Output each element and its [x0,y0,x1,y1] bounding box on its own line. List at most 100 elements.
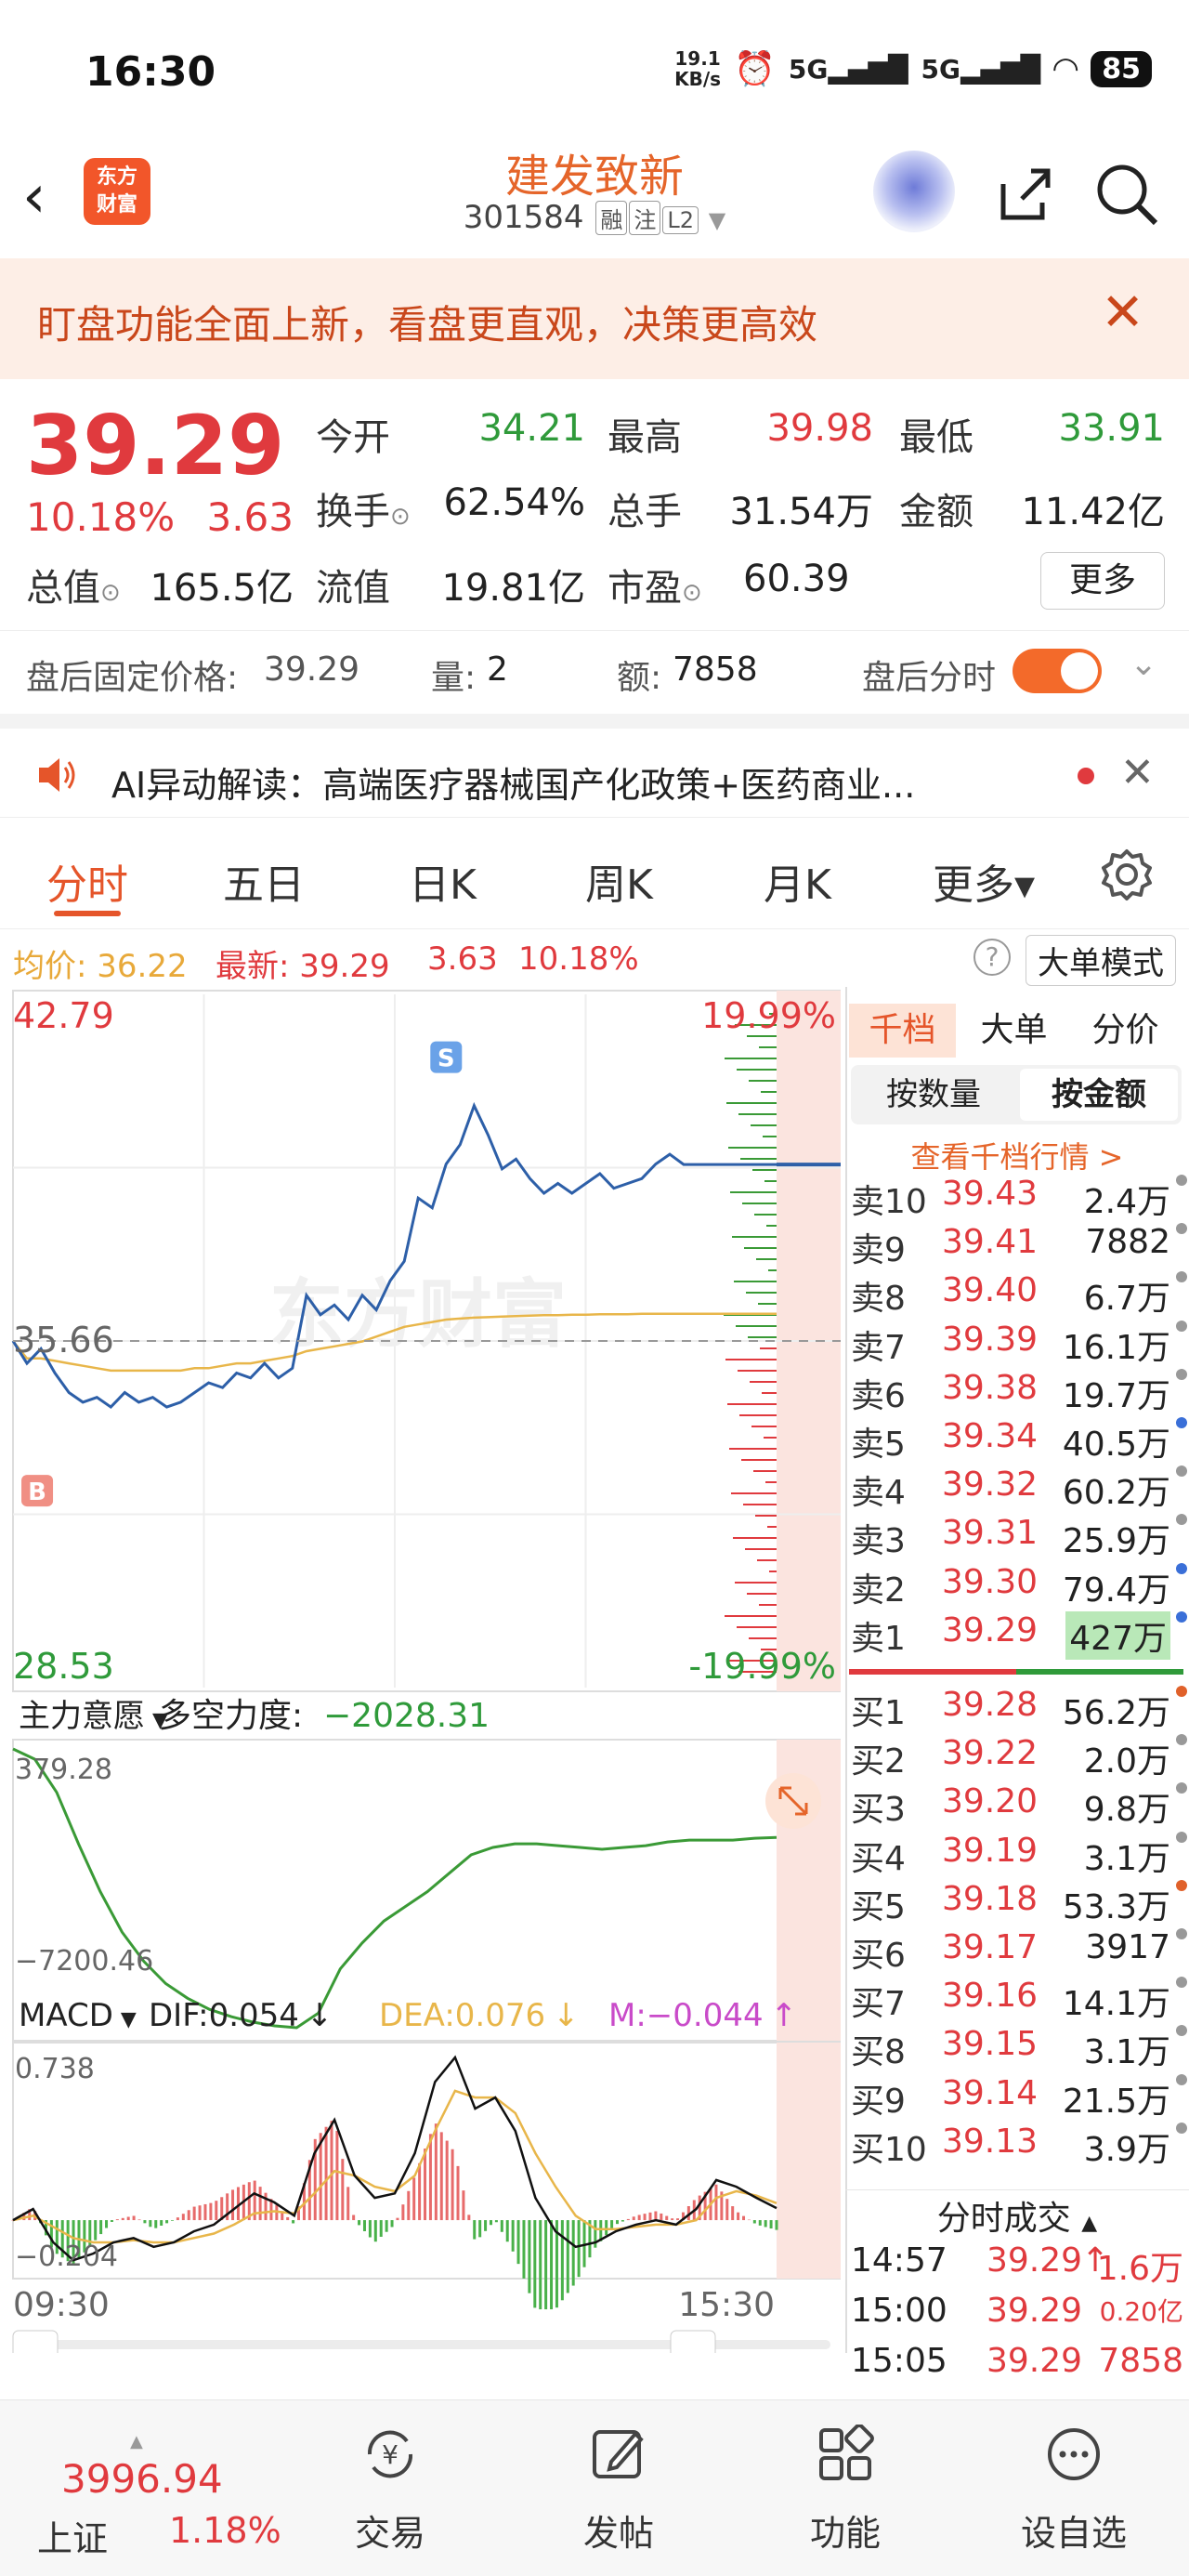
macd-bar [610,2220,614,2229]
gear-icon[interactable] [1100,848,1154,901]
mode-by-amount[interactable]: 按金额 [1020,1069,1178,1121]
bid-row[interactable]: 买1 39.28 56.2万 [847,1684,1187,1732]
help-icon[interactable]: ? [973,939,1011,976]
change-percent: 10.18% [26,494,176,540]
mode-by-quantity[interactable]: 按数量 [855,1069,1013,1121]
bid-row[interactable]: 买9 39.14 21.5万 [847,2072,1187,2121]
big-order-mode-button[interactable]: 大单模式 [1026,935,1176,986]
ai-insight-bar[interactable]: AI异动解读：高端医疗器械国产化政策+医药商业... ✕ [0,714,1189,818]
close-icon[interactable]: ✕ [1101,283,1144,343]
nav-watchlist[interactable]: 设自选 [1000,2400,1148,2576]
avg-value: 36.22 [97,948,188,985]
more-button[interactable]: 更多 [1040,552,1165,610]
turnover-label[interactable]: 换手⊙ [316,481,411,535]
ask-row[interactable]: 卖7 39.39 16.1万 [847,1319,1187,1367]
ask-row[interactable]: 卖5 39.34 40.5万 [847,1415,1187,1464]
view-depth-link[interactable]: 查看千档行情 > [845,1134,1189,1176]
index-value[interactable]: 3996.94 [61,2456,223,2502]
bid-row[interactable]: 买4 39.19 3.1万 [847,1830,1187,1878]
chevron-down-icon[interactable]: ⌄ [1130,645,1157,683]
ask-price: 39.30 [942,1562,1039,1601]
after-hours-price-label: 盘后固定价格: [26,659,239,697]
nav-post[interactable]: 发帖 [544,2400,693,2576]
volume-tick [762,1392,777,1394]
bid-row[interactable]: 买8 39.15 3.1万 [847,2023,1187,2071]
expand-icon[interactable] [765,1773,821,1829]
bid-row[interactable]: 买10 39.13 3.9万 [847,2121,1187,2169]
buy-marker[interactable]: B [21,1475,54,1507]
back-icon[interactable]: ‹ [22,160,78,234]
bid-price: 39.13 [942,2122,1039,2161]
tab-daily-k[interactable]: 日K [409,851,477,911]
current-price: 39.29 [26,398,285,493]
ask-row[interactable]: 卖9 39.41 7882 [847,1221,1187,1269]
macd-bar [516,2220,520,2265]
tab-intraday[interactable]: 分时 [46,851,128,911]
sell-marker[interactable]: S [430,1041,463,1073]
tab-more[interactable]: 更多▾ [933,851,1035,911]
turnover-label-text: 换手 [316,491,390,533]
after-hours-toggle[interactable] [1013,649,1102,693]
indicator-dot [1176,1562,1187,1574]
ask-row[interactable]: 卖1 39.29 427万 [847,1610,1187,1660]
scroll-handle-right[interactable] [670,2330,716,2353]
scroll-handle-left[interactable] [12,2330,59,2353]
bid-price: 39.19 [942,1831,1039,1870]
mktcap-label[interactable]: 总值⊙ [26,558,121,611]
macd-bar [390,2220,394,2228]
status-time: 16:30 [85,48,216,96]
macd-bar [324,2126,328,2221]
mktcap-label-text: 总值 [26,567,100,610]
ask-volume: 16.1万 [1062,1328,1170,1367]
trade-time: 15:00 [851,2292,947,2330]
trades-title-text: 分时成交 [936,2200,1071,2238]
macd-bar [489,2220,492,2226]
ask-row[interactable]: 卖8 39.40 6.7万 [847,1269,1187,1318]
search-icon[interactable] [1089,156,1167,234]
high-value: 39.98 [766,407,873,450]
ask-row[interactable]: 卖4 39.32 60.2万 [847,1464,1187,1512]
logo-line-2: 财富 [96,193,137,217]
macd-bar [577,2220,581,2278]
trades-title[interactable]: 分时成交 ▲ [845,2191,1189,2240]
share-icon[interactable] [985,156,1063,234]
ask-row[interactable]: 卖2 39.30 79.4万 [847,1561,1187,1610]
app-logo[interactable]: 东方 财富 [84,158,150,225]
stock-code-row[interactable]: 301584 融注 L2 ▼ [409,199,780,236]
ask-level: 卖9 [851,1231,906,1270]
close-icon[interactable]: ✕ [1120,749,1155,796]
bid-row[interactable]: 买2 39.22 2.0万 [847,1732,1187,1781]
split-bar-ask [1016,1669,1183,1675]
ask-row[interactable]: 卖3 39.31 25.9万 [847,1512,1187,1560]
bid-row[interactable]: 买7 39.16 14.1万 [847,1975,1187,2023]
tab-five-day[interactable]: 五日 [223,851,305,911]
tab-monthly-k[interactable]: 月K [764,851,831,911]
tab-depth[interactable]: 千档 [849,1004,956,1058]
bid-row[interactable]: 买5 39.18 53.3万 [847,1878,1187,1926]
macd-dropdown[interactable]: MACD ▼ [19,1997,137,2034]
volume-tick [756,1258,777,1260]
ask-row[interactable]: 卖10 39.43 2.4万 [847,1173,1187,1221]
pe-label[interactable]: 市盈⊙ [608,558,702,611]
volume-tick [734,1281,777,1282]
ask-price: 39.41 [942,1223,1039,1262]
ask-row[interactable]: 卖6 39.38 19.7万 [847,1367,1187,1415]
chart-area[interactable]: 东方财富 42.79 19.99% 35.66 28.53 -19.99% S … [0,987,841,2353]
tab-price-dist[interactable]: 分价 [1072,1004,1179,1058]
promo-banner[interactable]: 盯盘功能全面上新，看盘更直观，决策更高效 ✕ [0,258,1189,379]
tab-weekly-k[interactable]: 周K [585,851,653,911]
ai-assistant-icon[interactable] [873,151,955,232]
nav-functions[interactable]: 功能 [771,2400,920,2576]
macd-bar [539,2220,542,2310]
tab-big-orders[interactable]: 大单 [960,1004,1067,1058]
caret-up-icon: ▲ [130,2432,143,2451]
bid-row[interactable]: 买6 39.17 3917 [847,1926,1187,1975]
volume-tick [758,1303,777,1305]
time-end: 15:30 [678,2286,775,2324]
macd-bar [533,2220,537,2308]
indicator-dot [1176,1223,1187,1235]
nav-trade[interactable]: ¥ 交易 [316,2400,464,2576]
bid-row[interactable]: 买3 39.20 9.8万 [847,1781,1187,1829]
trade-price: 39.29 [986,2292,1083,2330]
net-speed: 19.1 KB/s [674,48,721,89]
